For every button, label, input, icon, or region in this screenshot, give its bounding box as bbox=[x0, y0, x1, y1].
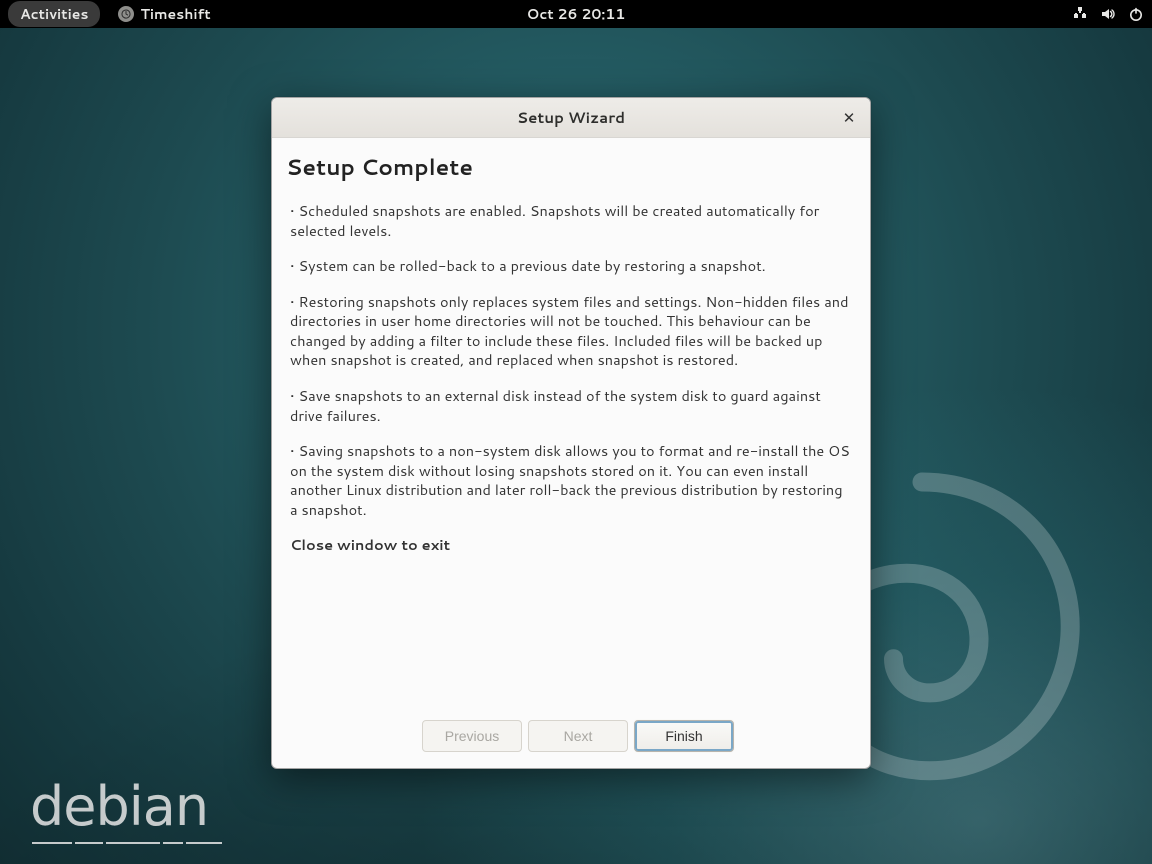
distro-logo: debian bbox=[30, 775, 222, 844]
wizard-button-bar: Previous Next Finish bbox=[286, 704, 870, 768]
distro-logo-bars bbox=[32, 842, 222, 844]
info-bullet: • Save snapshots to an external disk ins… bbox=[290, 386, 852, 425]
clock-label: Oct 26 20:11 bbox=[527, 4, 626, 24]
close-button[interactable]: ✕ bbox=[836, 105, 862, 131]
app-menu-button[interactable]: Timeshift bbox=[118, 4, 210, 24]
info-bullet: • System can be rolled-back to a previou… bbox=[290, 256, 852, 276]
info-bullet: • Restoring snapshots only replaces syst… bbox=[290, 292, 852, 370]
dialog-titlebar[interactable]: Setup Wizard ✕ bbox=[272, 98, 870, 138]
system-tray bbox=[1072, 6, 1144, 22]
audio-volume-high-icon[interactable] bbox=[1100, 6, 1116, 22]
finish-button[interactable]: Finish bbox=[634, 720, 734, 752]
top-bar: Activities Timeshift Oct 26 20:11 bbox=[0, 0, 1152, 28]
system-shutdown-icon[interactable] bbox=[1128, 6, 1144, 22]
page-heading: Setup Complete bbox=[286, 152, 870, 183]
activities-button[interactable]: Activities bbox=[8, 1, 100, 27]
previous-button: Previous bbox=[422, 720, 522, 752]
exit-hint: Close window to exit bbox=[290, 535, 852, 555]
info-bullet: • Saving snapshots to a non-system disk … bbox=[290, 441, 852, 519]
next-button: Next bbox=[528, 720, 628, 752]
setup-wizard-dialog: Setup Wizard ✕ Setup Complete • Schedule… bbox=[271, 97, 871, 769]
activities-label: Activities bbox=[20, 4, 88, 24]
network-wired-icon[interactable] bbox=[1072, 6, 1088, 22]
clock-button[interactable]: Oct 26 20:11 bbox=[527, 4, 626, 24]
dialog-title: Setup Wizard bbox=[517, 107, 625, 128]
info-scroll-area[interactable]: • Scheduled snapshots are enabled. Snaps… bbox=[286, 201, 868, 704]
close-icon: ✕ bbox=[843, 107, 856, 128]
dialog-content: Setup Complete • Scheduled snapshots are… bbox=[272, 138, 870, 768]
app-menu-label: Timeshift bbox=[140, 4, 210, 24]
timeshift-icon bbox=[118, 6, 134, 22]
distro-name-text: debian bbox=[30, 775, 208, 838]
info-bullet: • Scheduled snapshots are enabled. Snaps… bbox=[290, 201, 852, 240]
